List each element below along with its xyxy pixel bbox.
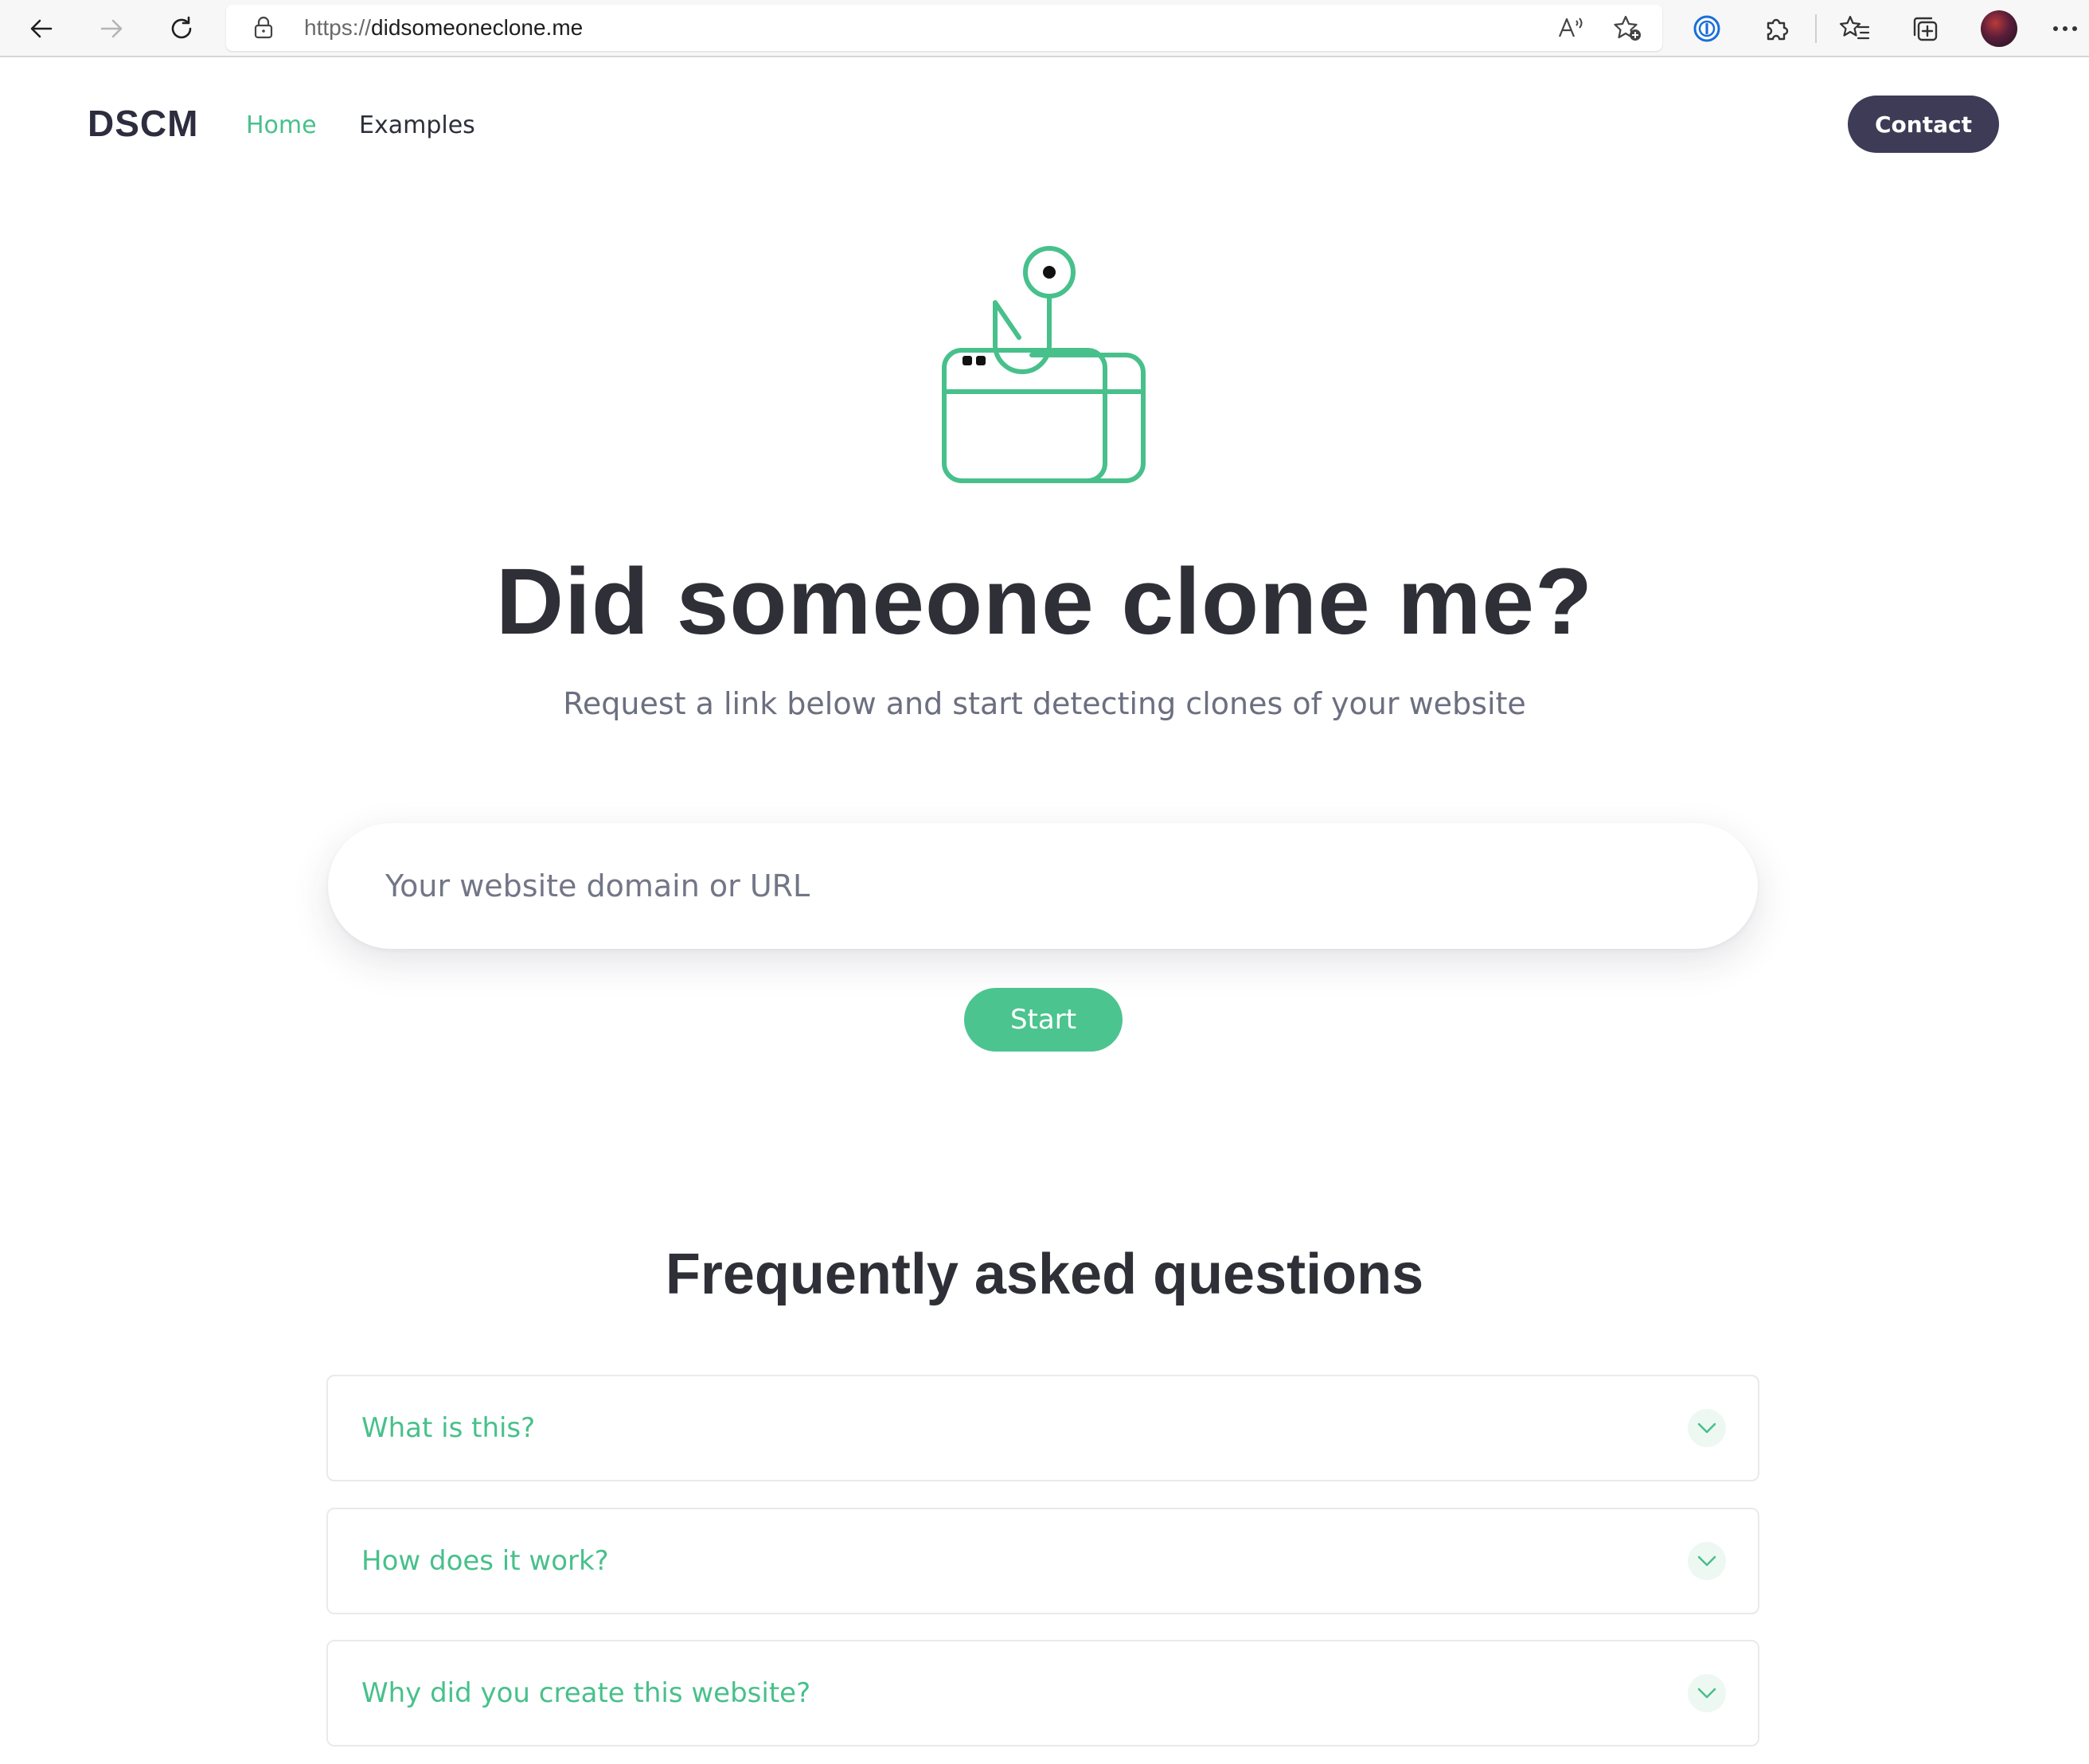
- faq-heading: Frequently asked questions: [665, 1243, 1424, 1306]
- contact-button[interactable]: Contact: [1848, 96, 1999, 153]
- faq-question[interactable]: What is this?: [361, 1376, 535, 1480]
- site-logo[interactable]: DSCM: [88, 102, 198, 145]
- start-button[interactable]: Start: [964, 988, 1123, 1052]
- website-url-input[interactable]: [328, 823, 1758, 949]
- chevron-down-icon[interactable]: [1688, 1542, 1726, 1580]
- chevron-down-icon[interactable]: [1688, 1409, 1726, 1447]
- add-favorite-icon[interactable]: [1613, 14, 1643, 46]
- nav-examples-link[interactable]: Examples: [359, 111, 475, 139]
- back-arrow-icon[interactable]: [19, 6, 64, 51]
- browser-toolbar: https://didsomeoneclone.me: [0, 0, 2089, 57]
- url-text[interactable]: https://didsomeoneclone.me: [304, 5, 583, 51]
- forward-arrow-icon[interactable]: [89, 6, 134, 51]
- page-subtitle: Request a link below and start detecting…: [563, 686, 1526, 721]
- read-aloud-icon[interactable]: [1557, 14, 1586, 45]
- address-bar[interactable]: https://didsomeoneclone.me: [226, 5, 1662, 51]
- faq-item-what-is-this[interactable]: What is this?: [326, 1375, 1759, 1481]
- toolbar-separator: [1815, 14, 1817, 43]
- favorites-icon[interactable]: [1833, 6, 1877, 51]
- collections-icon[interactable]: [1903, 6, 1947, 51]
- page-title: Did someone clone me?: [495, 549, 1594, 654]
- more-menu-icon[interactable]: [2046, 6, 2084, 51]
- chevron-down-icon[interactable]: [1688, 1674, 1726, 1712]
- refresh-icon[interactable]: [159, 6, 204, 51]
- nav-home-link[interactable]: Home: [246, 111, 317, 139]
- faq-item-how-does-it-work[interactable]: How does it work?: [326, 1508, 1759, 1614]
- fishing-hook-browser-icon: [936, 239, 1156, 489]
- faq-item-why-create[interactable]: Why did you create this website?: [326, 1640, 1759, 1746]
- faq-question[interactable]: Why did you create this website?: [361, 1641, 810, 1745]
- lock-icon[interactable]: [253, 16, 274, 43]
- password-manager-icon[interactable]: [1685, 6, 1729, 51]
- extensions-icon[interactable]: [1755, 6, 1799, 51]
- faq-question[interactable]: How does it work?: [361, 1509, 609, 1613]
- profile-avatar[interactable]: [1981, 10, 2017, 47]
